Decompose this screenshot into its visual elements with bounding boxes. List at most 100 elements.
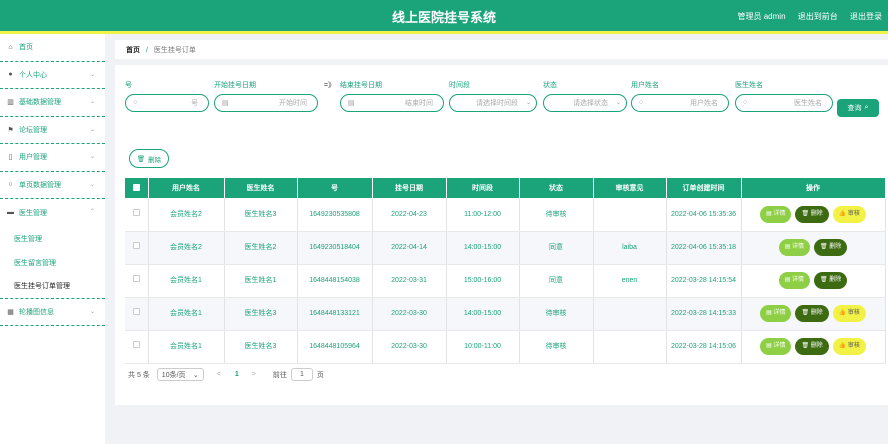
table-header-row: 用户姓名 医生姓名 号 挂号日期 时间段 状态 审核意见 订单创建时间 操作 xyxy=(125,178,885,198)
filter-label-range: 时间段 xyxy=(449,80,470,90)
chevron-down-icon: ⌄ xyxy=(616,99,621,106)
cell-doctor: 医生姓名3 xyxy=(224,297,297,330)
end-date-input[interactable]: ▤ 结束时间 xyxy=(340,94,444,112)
flag-icon: ⚑ xyxy=(6,125,15,134)
review-button[interactable]: 👍 审核 xyxy=(833,305,866,322)
select-all-checkbox[interactable] xyxy=(133,184,140,191)
sidebar-item-users[interactable]: ▯ 用户管理 ⌄ xyxy=(0,144,105,172)
cell-status: 同意 xyxy=(519,264,593,297)
cell-status: 待审核 xyxy=(519,297,593,330)
prev-page-button[interactable]: < xyxy=(217,371,221,378)
query-button[interactable]: 查询 ⌕ xyxy=(837,99,879,117)
doctor-name-input[interactable]: ○ 医生姓名 xyxy=(735,94,833,112)
cell-created: 2022-04-06 15:35:36 xyxy=(666,198,741,231)
phone-icon: ▯ xyxy=(6,153,15,162)
sidebar-item-carousel[interactable]: ▦ 轮播图信息 ⌄ xyxy=(0,299,105,327)
chart-icon: ▥ xyxy=(6,98,15,107)
cell-user: 会员姓名2 xyxy=(148,231,224,264)
home-icon: ⌂ xyxy=(6,43,15,52)
column-header: 医生姓名 xyxy=(224,178,297,198)
grid-icon: ▦ xyxy=(6,307,15,316)
user-name-input[interactable]: ○ 用户姓名 xyxy=(631,94,729,112)
filter-label-status: 状态 xyxy=(543,80,557,90)
row-checkbox[interactable] xyxy=(133,275,140,282)
row-checkbox[interactable] xyxy=(133,242,140,249)
chevron-down-icon: ⌄ xyxy=(193,371,199,379)
cell-user: 会员姓名1 xyxy=(148,297,224,330)
cell-created: 2022-03-28 14:15:54 xyxy=(666,264,741,297)
sidebar-item-forum[interactable]: ⚑ 论坛管理 ⌄ xyxy=(0,117,105,145)
search-icon: ○ xyxy=(639,99,643,106)
cell-doctor: 医生姓名3 xyxy=(224,330,297,363)
delete-button[interactable]: 🗑 删除 xyxy=(795,206,828,223)
page-number-current[interactable]: 1 xyxy=(235,371,239,378)
cell-created: 2022-03-28 14:15:06 xyxy=(666,330,741,363)
start-date-input[interactable]: ▤ 开始时间 xyxy=(214,94,318,112)
sidebar-subitem-orders[interactable]: 医生挂号订单管理 xyxy=(0,275,105,299)
cell-actions: ▤ 详情 🗑 删除 xyxy=(741,231,885,264)
detail-button[interactable]: ▤ 详情 xyxy=(779,272,810,289)
delete-button[interactable]: 🗑 删除 xyxy=(814,272,847,289)
sidebar-subitem-doctors[interactable]: 医生管理 xyxy=(0,227,105,251)
cell-doctor: 医生姓名3 xyxy=(224,198,297,231)
goto-label: 前往 xyxy=(273,370,287,380)
cell-user: 会员姓名1 xyxy=(148,264,224,297)
table-row: 会员姓名2 医生姓名3 1649230535808 2022-04-23 11:… xyxy=(125,198,885,231)
sidebar-item-single-page[interactable]: ○ 单页数据管理 ⌄ xyxy=(0,172,105,200)
cell-actions: ▤ 详情 🗑 删除 👍 审核 xyxy=(741,330,885,363)
calendar-icon: ▤ xyxy=(348,99,355,107)
cell-status: 同意 xyxy=(519,231,593,264)
detail-button[interactable]: ▤ 详情 xyxy=(760,338,791,355)
cell-date: 2022-03-30 xyxy=(372,330,446,363)
column-header: 审核意见 xyxy=(593,178,666,198)
circle-icon: ○ xyxy=(6,180,15,189)
batch-delete-button[interactable]: 🗑 删除 xyxy=(129,149,169,168)
detail-button[interactable]: ▤ 详情 xyxy=(760,206,791,223)
detail-button[interactable]: ▤ 详情 xyxy=(760,305,791,322)
cell-opinion xyxy=(593,330,666,363)
back-to-front-link[interactable]: 退出到前台 xyxy=(798,12,838,21)
chevron-down-icon: ⌄ xyxy=(90,126,95,133)
breadcrumb: 首页 / 医生挂号订单 xyxy=(115,40,888,59)
sidebar-item-home[interactable]: ⌂ 首页 xyxy=(0,34,105,62)
chevron-up-icon: ⌃ xyxy=(90,208,95,215)
cell-created: 2022-03-28 14:15:33 xyxy=(666,297,741,330)
cell-doctor: 医生姓名1 xyxy=(224,264,297,297)
delete-button[interactable]: 🗑 删除 xyxy=(795,305,828,322)
breadcrumb-home[interactable]: 首页 xyxy=(126,47,140,54)
delete-button[interactable]: 🗑 删除 xyxy=(814,239,847,256)
top-header: 线上医院挂号系统 管理员 admin 退出到前台 退出登录 xyxy=(0,0,888,34)
cell-range: 15:00-16:00 xyxy=(446,264,519,297)
cell-opinion xyxy=(593,297,666,330)
sidebar-item-profile[interactable]: ● 个人中心 ⌄ xyxy=(0,62,105,90)
goto-page-input[interactable]: 1 xyxy=(291,368,313,381)
row-checkbox[interactable] xyxy=(133,308,140,315)
time-range-select[interactable]: 请选择时间段 ⌄ xyxy=(449,94,537,112)
page-size-select[interactable]: 10条/页 ⌄ xyxy=(157,368,204,381)
chevron-down-icon: ⌄ xyxy=(90,71,95,78)
row-checkbox[interactable] xyxy=(133,209,140,216)
select-all-header[interactable] xyxy=(125,178,148,198)
next-page-button[interactable]: > xyxy=(252,371,256,378)
table-row: 会员姓名1 医生姓名1 1648448154038 2022-03-31 15:… xyxy=(125,264,885,297)
cell-hao: 1648448105964 xyxy=(297,330,372,363)
filter-label-end: 结束挂号日期 xyxy=(340,80,382,90)
logout-link[interactable]: 退出登录 xyxy=(850,12,882,21)
search-icon: ○ xyxy=(133,99,137,106)
orders-table: 用户姓名 医生姓名 号 挂号日期 时间段 状态 审核意见 订单创建时间 操作 会… xyxy=(125,178,886,364)
sidebar-subitem-messages[interactable]: 医生留言管理 xyxy=(0,251,105,275)
status-select[interactable]: 请选择状态 ⌄ xyxy=(543,94,627,112)
review-button[interactable]: 👍 审核 xyxy=(833,206,866,223)
sidebar-item-doctors[interactable]: ▬ 医生管理 ⌃ xyxy=(0,199,105,227)
review-button[interactable]: 👍 审核 xyxy=(833,338,866,355)
hao-input[interactable]: ○ 号 xyxy=(125,94,209,112)
row-checkbox[interactable] xyxy=(133,341,140,348)
total-count: 共 5 条 xyxy=(128,370,150,380)
column-header: 号 xyxy=(297,178,372,198)
folder-icon: ▬ xyxy=(6,208,15,217)
delete-button[interactable]: 🗑 删除 xyxy=(795,338,828,355)
sidebar-item-basic-data[interactable]: ▥ 基础数据管理 ⌄ xyxy=(0,89,105,117)
column-header: 挂号日期 xyxy=(372,178,446,198)
detail-button[interactable]: ▤ 详情 xyxy=(779,239,810,256)
cell-doctor: 医生姓名2 xyxy=(224,231,297,264)
